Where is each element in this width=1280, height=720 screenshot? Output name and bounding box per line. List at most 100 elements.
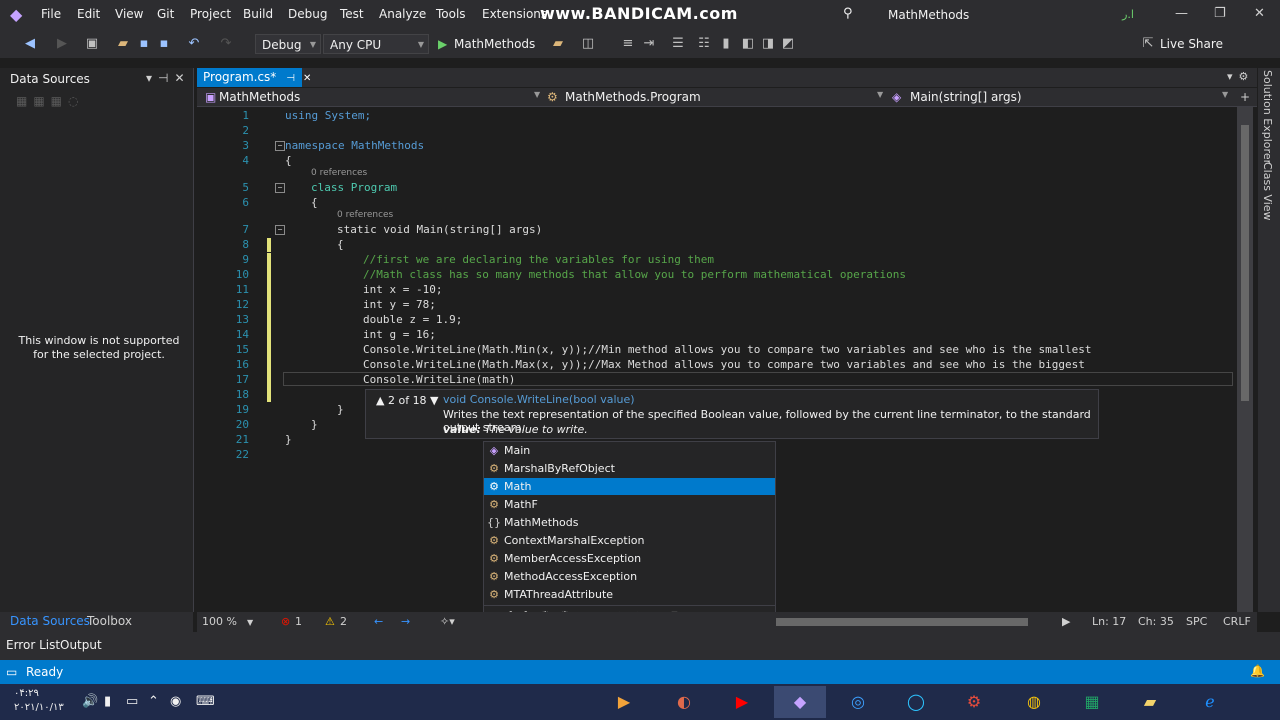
pin-icon[interactable]: ⊣ xyxy=(286,73,295,84)
split-icon[interactable]: + xyxy=(1240,90,1250,104)
tab-toolbox[interactable]: Toolbox xyxy=(87,614,132,628)
menu-git[interactable]: Git xyxy=(157,7,174,21)
uncomment-icon[interactable]: ☷ xyxy=(696,36,712,52)
menu-file[interactable]: File xyxy=(41,7,61,21)
taskbar-app-visual-studio-icon[interactable]: ◆ xyxy=(774,686,826,718)
taskbar-app-file-explorer-icon[interactable]: ▰ xyxy=(1124,686,1176,718)
navigate-back-icon[interactable]: ◀ xyxy=(22,36,38,52)
live-share-button[interactable]: Live Share xyxy=(1160,37,1223,51)
menu-analyze[interactable]: Analyze xyxy=(379,7,426,21)
taskbar-app-ccleaner-icon[interactable]: ◯ xyxy=(890,686,942,718)
next-issue-icon[interactable]: → xyxy=(401,615,410,628)
list-item[interactable]: {} MathMethods xyxy=(484,514,775,531)
start-debugging-icon[interactable]: ▶ xyxy=(438,37,447,51)
undo-icon[interactable]: ↶ xyxy=(186,36,202,52)
menu-tools[interactable]: Tools xyxy=(436,7,466,21)
code-cleanup-icon[interactable]: ✧▾ xyxy=(440,615,455,628)
chevron-down-icon[interactable]: ▼ xyxy=(247,618,253,627)
taskbar-app-chrome-browser-icon[interactable]: ◍ xyxy=(1008,686,1060,718)
warning-icon[interactable]: ⚠ xyxy=(325,615,335,628)
power-icon[interactable]: ▭ xyxy=(126,694,138,709)
list-item[interactable]: ◈ Main xyxy=(484,442,775,459)
tab-class-view[interactable]: Class View xyxy=(1261,162,1274,221)
menu-debug[interactable]: Debug xyxy=(288,7,327,21)
line-ending-indicator[interactable]: CRLF xyxy=(1223,615,1251,628)
menu-project[interactable]: Project xyxy=(190,7,231,21)
save-icon[interactable]: ▪ xyxy=(136,36,152,52)
vertical-scrollbar[interactable] xyxy=(1237,107,1253,612)
tab-error-list[interactable]: Error List xyxy=(6,638,60,652)
taskbar-app-internet-explorer-icon[interactable]: ℯ xyxy=(1184,686,1236,718)
chevron-down-icon[interactable]: ▼ xyxy=(877,90,883,99)
list-item[interactable]: ⚙ ContextMarshalException xyxy=(484,532,775,549)
taskbar-app-chrome-icon[interactable]: ◐ xyxy=(658,686,710,718)
taskbar-app-firefox-icon[interactable]: ◎ xyxy=(832,686,884,718)
overload-selector[interactable]: ▲ 2 of 18 ▼ xyxy=(376,394,439,407)
menu-edit[interactable]: Edit xyxy=(77,7,100,21)
taskbar-app-youtube-icon[interactable]: ▶ xyxy=(716,686,768,718)
notifications-icon[interactable]: 🔔 xyxy=(1250,664,1265,678)
tab-options[interactable]: ▾⚙ xyxy=(1227,70,1254,83)
list-item[interactable]: ⚙ MathF xyxy=(484,496,775,513)
taskbar-app-media-icon[interactable]: ▶ xyxy=(598,686,650,718)
bookmark-prev-icon[interactable]: ◧ xyxy=(740,36,756,52)
list-item[interactable]: ⚙ MethodAccessException xyxy=(484,568,775,585)
new-project-icon[interactable]: ▣ xyxy=(84,36,100,52)
close-icon[interactable]: ✕ xyxy=(1254,6,1265,21)
navigate-forward-icon[interactable]: ▶ xyxy=(54,36,70,52)
list-item-selected[interactable]: ⚙ Math xyxy=(484,478,775,495)
system-clock[interactable]: ۰۴:۲۹ ۲۰۲۱/۱۰/۱۳ xyxy=(14,687,64,715)
network-icon[interactable]: ▮ xyxy=(104,694,111,709)
tray-chevron-icon[interactable]: ⌃ xyxy=(148,694,159,709)
platform-dropdown[interactable]: Any CPU ▼ xyxy=(323,34,429,54)
codelens-references[interactable]: 0 references xyxy=(337,210,393,220)
tray-app-icon[interactable]: ◉ xyxy=(170,694,181,709)
maximize-icon[interactable]: ❐ xyxy=(1214,6,1226,21)
list-item[interactable]: ⚙ MemberAccessException xyxy=(484,550,775,567)
taskbar-app-store-icon[interactable]: ▦ xyxy=(1066,686,1118,718)
scrollbar-thumb[interactable] xyxy=(1241,125,1249,401)
whitespace-indicator[interactable]: SPC xyxy=(1186,615,1207,628)
bookmark-next-icon[interactable]: ◨ xyxy=(760,36,776,52)
tab-output[interactable]: Output xyxy=(60,638,102,652)
comment-icon[interactable]: ☰ xyxy=(670,36,686,52)
bookmark-clear-icon[interactable]: ◩ xyxy=(780,36,796,52)
keyboard-icon[interactable]: ⌨ xyxy=(196,694,215,709)
fold-toggle[interactable]: − xyxy=(275,141,285,151)
fold-toggle[interactable]: − xyxy=(275,225,285,235)
nav-type[interactable]: MathMethods.Program xyxy=(565,90,701,104)
menu-test[interactable]: Test xyxy=(340,7,364,21)
save-all-icon[interactable]: ▪ xyxy=(156,36,172,52)
bookmark-icon[interactable]: ▮ xyxy=(718,36,734,52)
scroll-right-icon[interactable]: ▶ xyxy=(1062,615,1070,628)
live-share-icon[interactable]: ⇱ xyxy=(1140,36,1156,52)
list-item[interactable]: ⚙ MarshalByRefObject xyxy=(484,460,775,477)
account-avatar[interactable]: ا.ر xyxy=(1119,6,1137,24)
chevron-down-icon[interactable]: ▼ xyxy=(1222,90,1228,99)
indent-icon[interactable]: ⇥ xyxy=(641,36,657,52)
menu-view[interactable]: View xyxy=(115,7,143,21)
nav-project[interactable]: MathMethods xyxy=(219,90,300,104)
minimize-icon[interactable]: — xyxy=(1175,6,1188,21)
volume-icon[interactable]: 🔊 xyxy=(82,694,98,709)
redo-icon[interactable]: ↷ xyxy=(218,36,234,52)
warning-count[interactable]: 2 xyxy=(340,615,347,628)
menu-build[interactable]: Build xyxy=(243,7,273,21)
taskbar-app-red-icon[interactable]: ⚙ xyxy=(948,686,1000,718)
zoom-level[interactable]: 100 % xyxy=(202,615,237,628)
search-icon[interactable]: ⚲ xyxy=(843,6,853,21)
list-item[interactable]: ⚙ MTAThreadAttribute xyxy=(484,586,775,603)
close-tab-icon[interactable]: ✕ xyxy=(303,73,311,84)
folder-view-icon[interactable]: ▰ xyxy=(550,36,566,52)
error-count[interactable]: 1 xyxy=(295,615,302,628)
nav-member[interactable]: Main(string[] args) xyxy=(910,90,1022,104)
chevron-down-icon[interactable]: ▼ xyxy=(534,90,540,99)
tab-program-cs[interactable]: Program.cs* ⊣ ✕ xyxy=(197,68,311,87)
previous-issue-icon[interactable]: ← xyxy=(374,615,383,628)
configuration-dropdown[interactable]: Debug ▼ xyxy=(255,34,321,54)
horizontal-scrollbar-thumb[interactable] xyxy=(776,618,1028,626)
screenshot-icon[interactable]: ◫ xyxy=(580,36,596,52)
error-icon[interactable]: ⊗ xyxy=(281,615,290,628)
menu-extensions[interactable]: Extensions xyxy=(482,7,547,21)
panel-controls[interactable]: ▾⊣✕ xyxy=(146,71,191,85)
